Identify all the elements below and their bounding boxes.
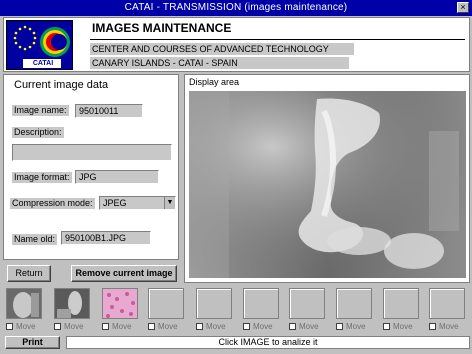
move-checkbox-6[interactable]: Move [243, 322, 287, 332]
move-label: Move [393, 322, 413, 331]
image-name-field[interactable]: 95010011 [75, 104, 143, 118]
checkbox-box[interactable] [54, 323, 61, 330]
checkbox-box[interactable] [429, 323, 436, 330]
move-checkbox-9[interactable]: Move [383, 322, 427, 332]
compression-mode-select[interactable]: JPEG ▼ [99, 196, 176, 210]
thumbnail-4[interactable] [148, 288, 184, 319]
current-image-panel: Current image data Image name: 95010011 … [3, 74, 179, 260]
header-subtitle-1: CENTER AND COURSES OF ADVANCED TECHNOLOG… [90, 43, 354, 55]
xray-thumb-graphic [55, 289, 89, 318]
thumbnail-6[interactable] [243, 288, 279, 319]
thumbnail-8[interactable] [336, 288, 372, 319]
logo-text: CATAI [32, 60, 54, 67]
move-checkbox-8[interactable]: Move [336, 322, 380, 332]
move-checkbox-1[interactable]: Move [6, 322, 50, 332]
name-old-field[interactable]: 950100B1.JPG [61, 231, 151, 245]
checkbox-box[interactable] [6, 323, 13, 330]
checkbox-box[interactable] [196, 323, 203, 330]
move-label: Move [346, 322, 366, 331]
move-label: Move [206, 322, 226, 331]
image-format-field[interactable]: JPG [75, 170, 159, 184]
checkbox-box[interactable] [102, 323, 109, 330]
move-checkbox-5[interactable]: Move [196, 322, 240, 332]
move-checkbox-7[interactable]: Move [289, 322, 333, 332]
thumbnail-2[interactable] [54, 288, 90, 319]
name-old-label: Name old: [12, 234, 58, 245]
image-format-label: Image format: [12, 172, 72, 183]
title-bar[interactable]: CATAI - TRANSMISSION (images maintenance… [0, 0, 472, 16]
status-bar: Click IMAGE to analize it [66, 336, 470, 349]
description-field[interactable] [12, 144, 172, 161]
move-label: Move [64, 322, 84, 331]
move-checkbox-3[interactable]: Move [102, 322, 146, 332]
display-area-label: Display area [189, 77, 240, 87]
image-name-label: Image name: [12, 105, 69, 116]
move-checkbox-4[interactable]: Move [148, 322, 192, 332]
thumbnail-3[interactable] [102, 288, 138, 319]
move-label: Move [112, 322, 132, 331]
thumbnail-7[interactable] [289, 288, 325, 319]
move-label: Move [253, 322, 273, 331]
move-checkbox-10[interactable]: Move [429, 322, 472, 332]
tissue-thumb-graphic [103, 289, 137, 318]
print-button[interactable]: Print [5, 336, 60, 349]
checkbox-box[interactable] [243, 323, 250, 330]
move-label: Move [158, 322, 178, 331]
xray-thumb-graphic [7, 289, 41, 318]
panel-title: Current image data [14, 79, 109, 91]
thumbnail-10[interactable] [429, 288, 465, 319]
catai-logo: CATAI [6, 20, 73, 70]
window-title: CATAI - TRANSMISSION (images maintenance… [124, 2, 348, 13]
header-subtitle-2: CANARY ISLANDS - CATAI - SPAIN [90, 57, 349, 69]
thumbnail-1[interactable] [6, 288, 42, 319]
move-label: Move [439, 322, 459, 331]
thumbnail-5[interactable] [196, 288, 232, 319]
xray-image[interactable] [189, 91, 466, 278]
remove-current-image-button[interactable]: Remove current image [71, 265, 177, 282]
chevron-down-icon[interactable]: ▼ [164, 197, 175, 209]
checkbox-box[interactable] [289, 323, 296, 330]
return-button[interactable]: Return [7, 265, 51, 282]
close-icon[interactable]: × [457, 2, 469, 13]
checkbox-box[interactable] [383, 323, 390, 330]
move-checkbox-2[interactable]: Move [54, 322, 98, 332]
description-label: Description: [12, 127, 64, 138]
header-panel: CATAI IMAGES MAINTENANCE CENTER AND COUR… [3, 17, 470, 72]
move-label: Move [16, 322, 36, 331]
header-divider [90, 39, 465, 40]
compression-mode-label: Compression mode: [10, 198, 95, 209]
compression-mode-value: JPEG [103, 198, 127, 208]
display-area: Display area [184, 74, 470, 283]
page-title: IMAGES MAINTENANCE [92, 21, 232, 35]
xray-graphic [189, 91, 466, 278]
checkbox-box[interactable] [336, 323, 343, 330]
move-label: Move [299, 322, 319, 331]
checkbox-box[interactable] [148, 323, 155, 330]
thumbnail-9[interactable] [383, 288, 419, 319]
